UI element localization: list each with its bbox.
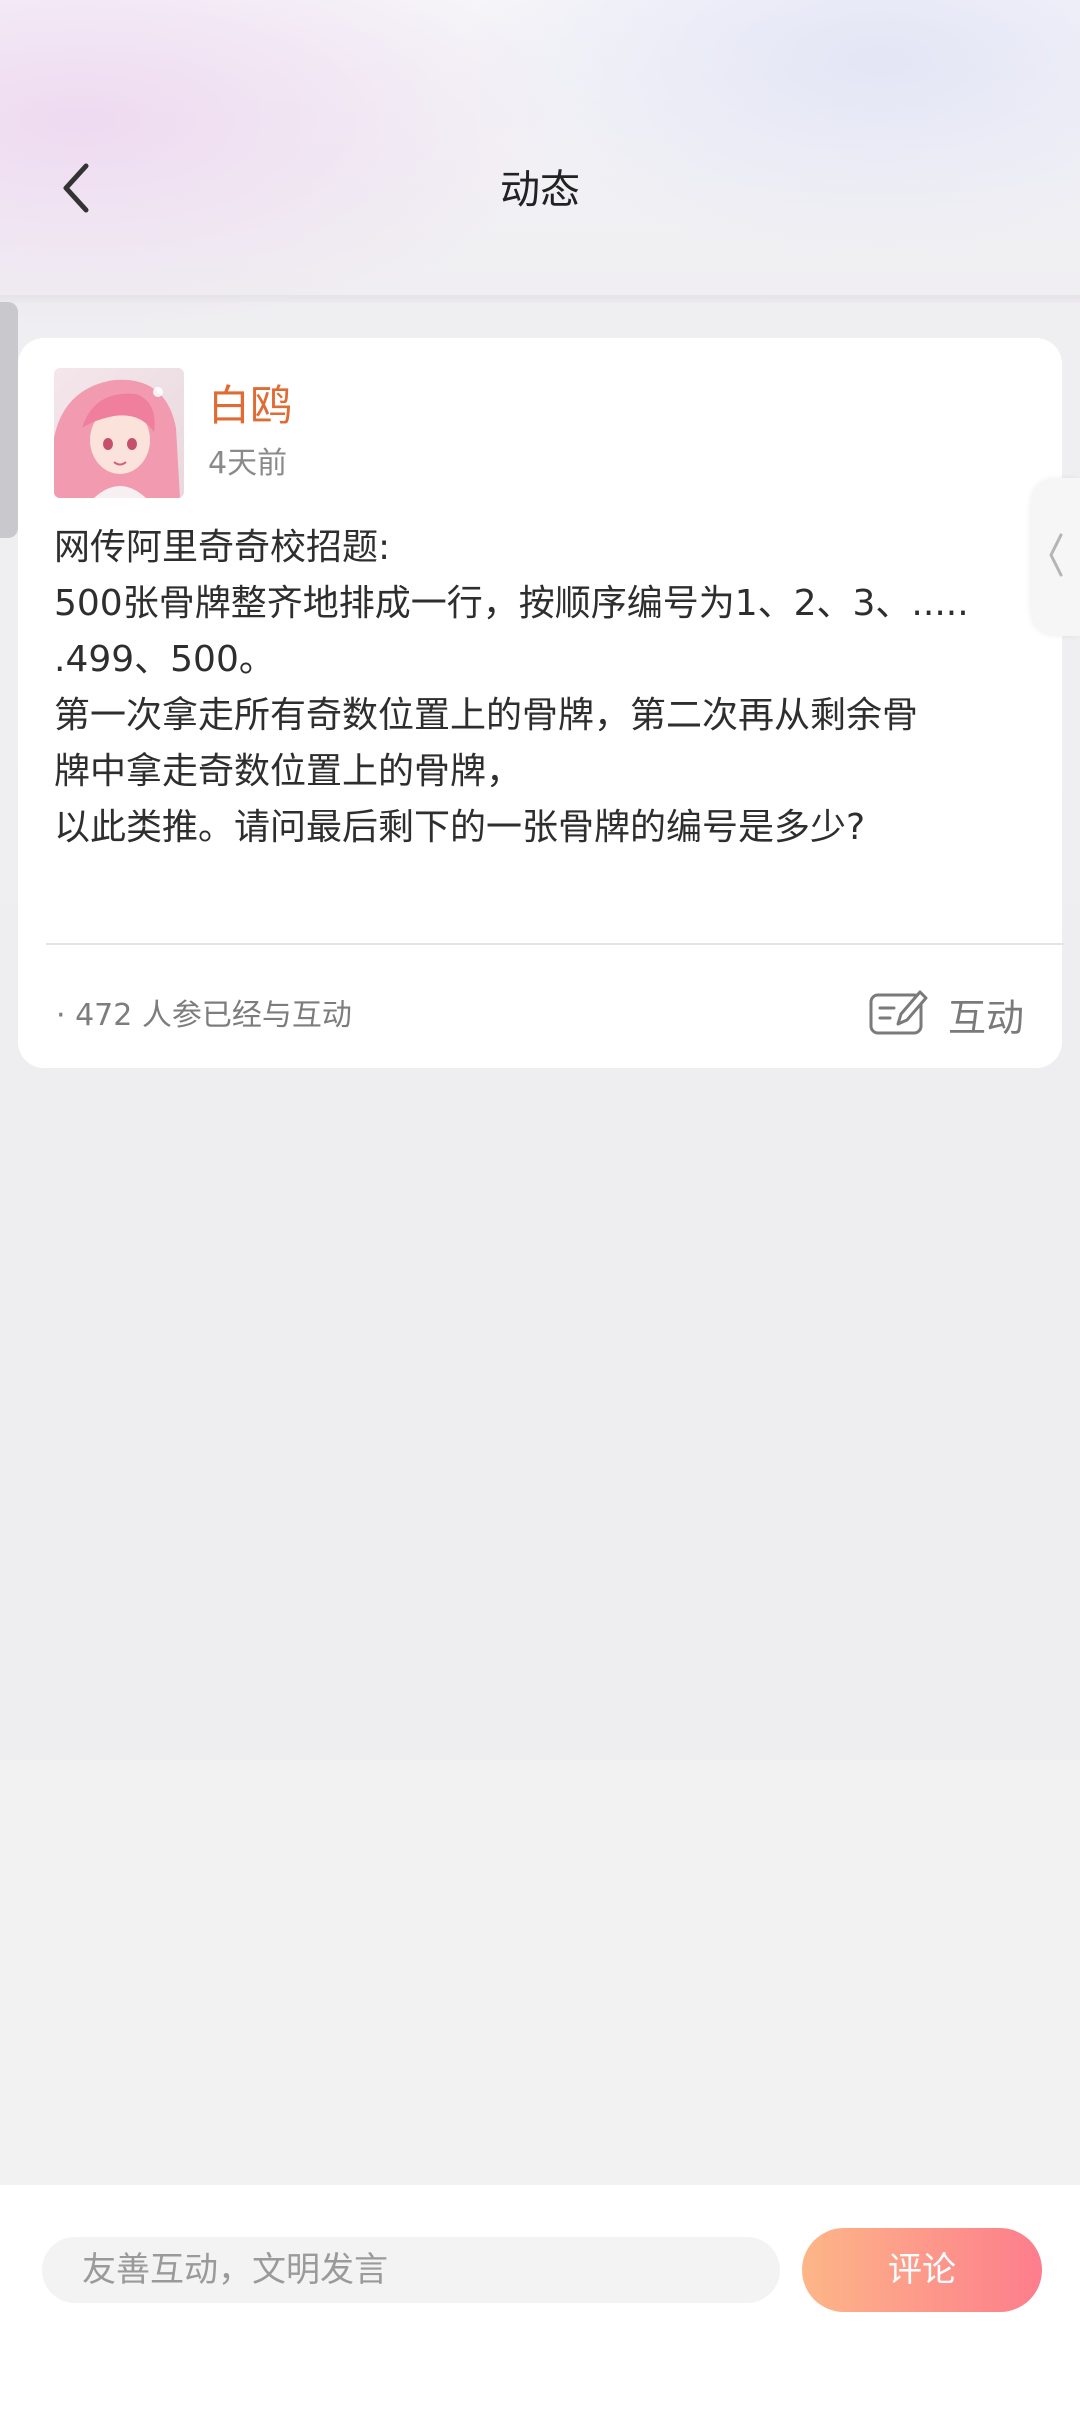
post-text-line: 以此类推。请问最后剩下的一张骨牌的编号是多少? [54,807,866,848]
comment-input[interactable] [42,2237,780,2303]
post-text-line: .499、500。 [54,639,275,680]
post-content: 网传阿里奇奇校招题: 500张骨牌整齐地排成一行，按顺序编号为1、2、3、...… [54,520,1044,856]
author-name[interactable]: 白鸥 [208,378,292,434]
side-drawer-tab[interactable] [1032,478,1080,636]
edit-note-icon [868,986,928,1042]
page-title: 动态 [500,167,580,213]
interact-button[interactable]: 互动 [868,978,1058,1050]
header-divider [0,295,1080,303]
scroll-indicator[interactable] [0,302,18,538]
chevron-left-icon [58,160,94,220]
top-header: 动态 [0,0,1080,300]
chevron-left-icon [1046,531,1066,583]
avatar[interactable] [54,368,184,498]
participants-count: · 472 人参已经与互动 [56,998,352,1033]
post-time: 4天前 [208,446,288,481]
post-card: 白鸥 4天前 网传阿里奇奇校招题: 500张骨牌整齐地排成一行，按顺序编号为1、… [18,338,1064,1068]
post-text-line: 牌中拿走奇数位置上的骨牌， [54,751,523,792]
interact-label: 互动 [948,995,1025,1040]
post-text-line: 网传阿里奇奇校招题: [54,527,391,568]
comment-bar: 评论 [0,2185,1080,2412]
card-divider [46,943,1064,945]
comment-submit-button[interactable]: 评论 [802,2228,1042,2312]
post-text-line: 第一次拿走所有奇数位置上的骨牌，第二次再从剩余骨 [54,695,919,736]
post-text-line: 500张骨牌整齐地排成一行，按顺序编号为1、2、3、..... [54,583,969,624]
back-button[interactable] [40,150,112,230]
